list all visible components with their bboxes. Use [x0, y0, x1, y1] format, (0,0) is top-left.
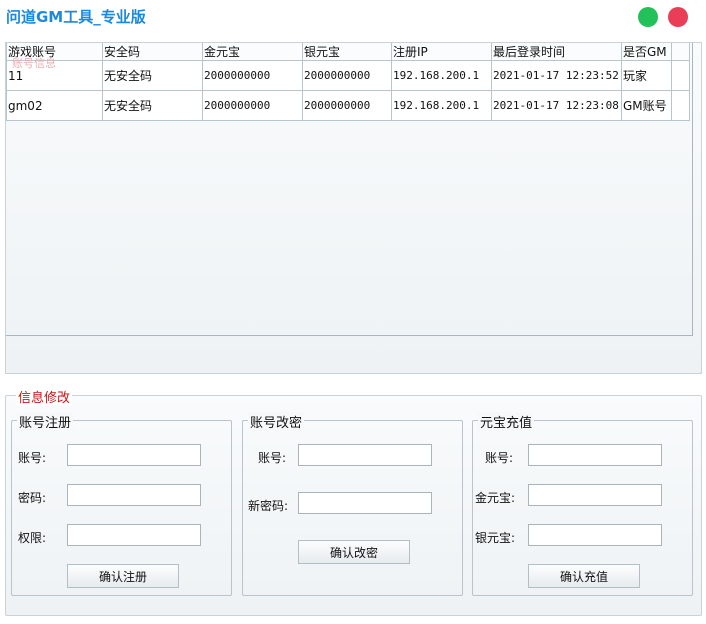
table-cell-filler [671, 90, 690, 121]
column-header[interactable]: 安全码 [102, 43, 203, 61]
column-header[interactable]: 最后登录时间 [491, 43, 622, 61]
minimize-button[interactable] [638, 7, 658, 27]
register-password-label: 密码: [17, 491, 46, 505]
confirm-change-password-button[interactable]: 确认改密 [298, 540, 410, 564]
change-password-account-input[interactable] [298, 444, 432, 466]
info-modify-panel: 信息修改 账号注册 账号: 密码: 权限: 确认注册 账号改密 账号: 新密码:… [5, 387, 702, 616]
account-table: 游戏账号 安全码 金元宝 银元宝 注册IP 最后登录时间 是否GM 11 无安全… [6, 43, 690, 121]
gold-ingot-label: 金元宝: [474, 491, 515, 505]
column-header[interactable]: 银元宝 [302, 43, 392, 61]
table-cell[interactable]: 无安全码 [102, 60, 203, 91]
recharge-group-legend: 元宝充值 [478, 412, 535, 431]
column-header[interactable]: 金元宝 [202, 43, 303, 61]
recharge-account-label: 账号: [484, 451, 513, 465]
change-password-account-label: 账号: [257, 451, 286, 465]
account-grid[interactable]: 游戏账号 安全码 金元宝 银元宝 注册IP 最后登录时间 是否GM 11 无安全… [6, 43, 693, 336]
account-info-panel: 游戏账号 安全码 金元宝 银元宝 注册IP 最后登录时间 是否GM 11 无安全… [5, 42, 702, 374]
info-modify-legend: 信息修改 [16, 387, 73, 406]
table-cell[interactable]: 192.168.200.1 [391, 90, 492, 121]
gold-ingot-input[interactable] [528, 484, 662, 506]
table-cell[interactable]: 2021-01-17 12:23:52 [491, 60, 622, 91]
close-button[interactable] [668, 7, 688, 27]
app-title: 问道GM工具_专业版 [6, 8, 146, 26]
table-cell[interactable]: 2000000000 [302, 60, 392, 91]
register-group-legend: 账号注册 [17, 412, 74, 431]
change-password-group: 账号改密 账号: 新密码: 确认改密 [242, 412, 463, 596]
table-header-row: 游戏账号 安全码 金元宝 银元宝 注册IP 最后登录时间 是否GM [6, 43, 690, 61]
recharge-account-input[interactable] [528, 444, 662, 466]
table-row[interactable]: 11 无安全码 2000000000 2000000000 192.168.20… [6, 60, 690, 91]
register-permission-input[interactable] [67, 524, 201, 546]
register-permission-label: 权限: [17, 531, 46, 545]
table-cell[interactable]: 玩家 [621, 60, 672, 91]
account-panel-legend: 账号信息 [12, 57, 56, 70]
recharge-group: 元宝充值 账号: 金元宝: 银元宝: 确认充值 [472, 412, 693, 596]
register-password-input[interactable] [67, 484, 201, 506]
table-cell[interactable]: 2000000000 [302, 90, 392, 121]
confirm-recharge-button[interactable]: 确认充值 [528, 564, 640, 588]
table-row[interactable]: gm02 无安全码 2000000000 2000000000 192.168.… [6, 90, 690, 121]
register-group: 账号注册 账号: 密码: 权限: 确认注册 [11, 412, 232, 596]
column-header[interactable]: 是否GM [621, 43, 672, 61]
table-cell[interactable]: 无安全码 [102, 90, 203, 121]
register-account-input[interactable] [67, 444, 201, 466]
column-header[interactable]: 注册IP [391, 43, 492, 61]
table-cell[interactable]: GM账号 [621, 90, 672, 121]
silver-ingot-label: 银元宝: [474, 531, 515, 545]
new-password-input[interactable] [298, 492, 432, 514]
table-cell[interactable]: 2000000000 [202, 60, 303, 91]
silver-ingot-input[interactable] [528, 524, 662, 546]
table-cell[interactable]: 192.168.200.1 [391, 60, 492, 91]
table-cell-filler [671, 60, 690, 91]
table-cell[interactable]: 2000000000 [202, 90, 303, 121]
confirm-register-button[interactable]: 确认注册 [67, 564, 179, 588]
change-password-group-legend: 账号改密 [248, 412, 305, 431]
register-account-label: 账号: [17, 451, 46, 465]
table-cell[interactable]: gm02 [6, 90, 103, 121]
column-header-filler [671, 43, 690, 61]
title-bar: 问道GM工具_专业版 [0, 0, 706, 36]
table-cell[interactable]: 2021-01-17 12:23:08 [491, 90, 622, 121]
new-password-label: 新密码: [247, 499, 288, 513]
